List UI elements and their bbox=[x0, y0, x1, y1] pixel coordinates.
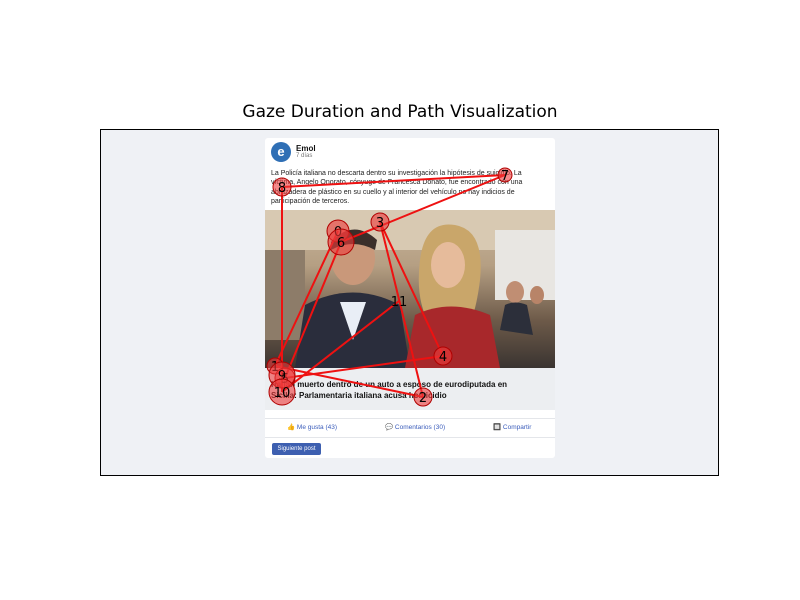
fixation-label: 6 bbox=[337, 236, 345, 251]
gaze-path-segment bbox=[274, 365, 424, 398]
gaze-path-segment bbox=[284, 355, 444, 379]
gaze-path-segment bbox=[340, 174, 506, 243]
fixation-label: 4 bbox=[439, 350, 447, 365]
gaze-path-group bbox=[274, 174, 506, 398]
gaze-path-segment bbox=[281, 174, 506, 188]
gaze-overlay: 01234567891011 bbox=[266, 167, 513, 407]
fixation-label: 10 bbox=[274, 386, 291, 401]
fixation-label: 2 bbox=[419, 391, 427, 406]
fixation-group: 01234567891011 bbox=[266, 167, 513, 407]
fixation-label: 3 bbox=[376, 216, 384, 231]
fixation-label: 11 bbox=[391, 295, 408, 310]
fixation-label: 7 bbox=[501, 169, 509, 184]
gaze-path-segment bbox=[284, 241, 342, 379]
gaze-path-segment bbox=[379, 221, 444, 357]
fixation-label: 8 bbox=[278, 181, 286, 196]
gaze-path-segment bbox=[274, 230, 339, 367]
